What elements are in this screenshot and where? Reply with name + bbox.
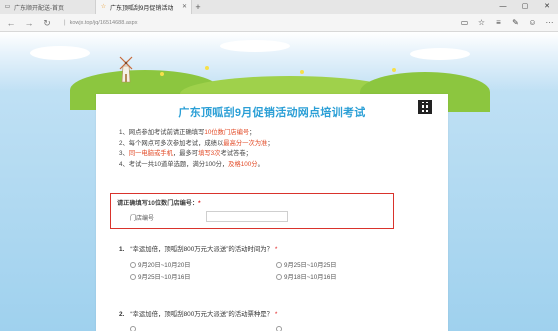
page-title: 广东顶呱刮9月促销活动网点培训考试 — [178, 107, 366, 119]
store-code-question: 请正确填写10位数门店编号：* — [117, 200, 201, 207]
close-window-button[interactable]: ✕ — [536, 0, 558, 14]
window-controls: — ▢ ✕ — [492, 0, 558, 14]
minimize-button[interactable]: — — [492, 0, 514, 14]
option-1d[interactable]: 9月18日~10月16日 — [276, 272, 336, 281]
share-icon[interactable]: ☺ — [524, 14, 541, 32]
question-2: 2. “幸运加倍，顶呱刮800万元大派送”的活动票种是？ * — [119, 309, 277, 318]
lock-icon: | — [64, 19, 66, 26]
tab-bar: ▭ 广东顺开配送-首页 ☆ 广东顶呱刮9月促销活动 ✕ + — ▢ ✕ — [0, 0, 558, 14]
rule-line: 2、每个网点可多次参加考试，成绩以最高分一次为准； — [119, 139, 274, 147]
rule-line: 4、考试一共10道单选题，满分100分，及格100分。 — [119, 160, 264, 168]
cloud-decoration — [30, 46, 90, 60]
store-code-section: 请正确填写10位数门店编号：* 门店编号 — [110, 193, 394, 229]
web-note-icon[interactable]: ✎ — [507, 14, 524, 32]
flower-decoration — [205, 66, 209, 70]
option-2b[interactable] — [276, 326, 284, 331]
exam-rules: 1、网点参加考试前请正确填写10位数门店编号； 2、每个网点可多次参加考试，成绩… — [119, 128, 429, 170]
forward-button[interactable]: → — [20, 14, 38, 32]
back-button[interactable]: ← — [2, 14, 20, 32]
url-field[interactable]: | kowjx.top/jq/16514688.aspx — [64, 17, 294, 29]
option-2a[interactable] — [130, 326, 138, 331]
radio-button[interactable] — [276, 273, 282, 280]
scrollbar[interactable] — [554, 32, 558, 331]
question-1: 1. “幸运加倍，顶呱刮800万元大派送”的活动时间为？ * — [119, 244, 277, 253]
address-bar: ← → ↻ | kowjx.top/jq/16514688.aspx ▭ ☆ ≡… — [0, 14, 558, 32]
tab-title: 广东顶呱刮9月促销活动 — [110, 5, 174, 12]
browser-toolbar: ▭ ☆ ≡ ✎ ☺ ··· — [456, 14, 558, 32]
store-code-input[interactable] — [206, 211, 288, 222]
maximize-button[interactable]: ▢ — [514, 0, 536, 14]
radio-button[interactable] — [130, 261, 136, 268]
qr-code-icon[interactable] — [418, 100, 432, 114]
question-number: 2. — [119, 311, 125, 318]
tab-survey-active[interactable]: ☆ 广东顶呱刮9月促销活动 ✕ — [96, 0, 192, 14]
cloud-decoration — [410, 48, 470, 60]
question-text: “幸运加倍，顶呱刮800万元大派送”的活动时间为？ — [130, 246, 274, 253]
required-mark: * — [274, 246, 278, 253]
page-icon: ▭ — [4, 3, 11, 10]
page-background: 广东顶呱刮9月促销活动网点培训考试 1、网点参加考试前请正确填写10位数门店编号… — [0, 32, 558, 331]
more-icon[interactable]: ··· — [541, 14, 558, 32]
tab-home[interactable]: ▭ 广东顺开配送-首页 — [0, 0, 96, 14]
new-tab-button[interactable]: + — [192, 0, 204, 14]
rule-line: 1、网点参加考试前请正确填写10位数门店编号； — [119, 129, 256, 136]
option-1c[interactable]: 9月25日~10月16日 — [130, 272, 190, 281]
favorite-star-icon[interactable]: ☆ — [473, 14, 490, 32]
required-mark: * — [274, 311, 278, 318]
flower-decoration — [300, 70, 304, 74]
hub-icon[interactable]: ≡ — [490, 14, 507, 32]
radio-button[interactable] — [276, 326, 282, 331]
rule-line: 3、同一电脑或手机，最多可填写3次考试答卷； — [119, 150, 252, 157]
survey-card: 广东顶呱刮9月促销活动网点培训考试 1、网点参加考试前请正确填写10位数门店编号… — [96, 94, 448, 331]
option-1a[interactable]: 9月20日~10月20日 — [130, 260, 190, 269]
flower-decoration — [160, 72, 164, 76]
question-text: “幸运加倍，顶呱刮800万元大派送”的活动票种是？ — [130, 311, 274, 318]
url-text: kowjx.top/jq/16514688.aspx — [69, 19, 138, 26]
close-tab-icon[interactable]: ✕ — [182, 3, 187, 10]
radio-button[interactable] — [130, 326, 136, 331]
refresh-button[interactable]: ↻ — [38, 14, 56, 32]
option-1b[interactable]: 9月25日~10月25日 — [276, 260, 336, 269]
radio-button[interactable] — [130, 273, 136, 280]
store-code-label: 门店编号 — [130, 216, 155, 222]
question-number: 1. — [119, 246, 125, 253]
windmill-icon — [119, 56, 133, 83]
star-icon: ☆ — [100, 3, 107, 10]
radio-button[interactable] — [276, 261, 282, 268]
reading-view-icon[interactable]: ▭ — [456, 14, 473, 32]
tab-title: 广东顺开配送-首页 — [14, 5, 64, 12]
flower-decoration — [392, 68, 396, 72]
required-mark: * — [198, 200, 201, 207]
cloud-decoration — [220, 40, 290, 52]
